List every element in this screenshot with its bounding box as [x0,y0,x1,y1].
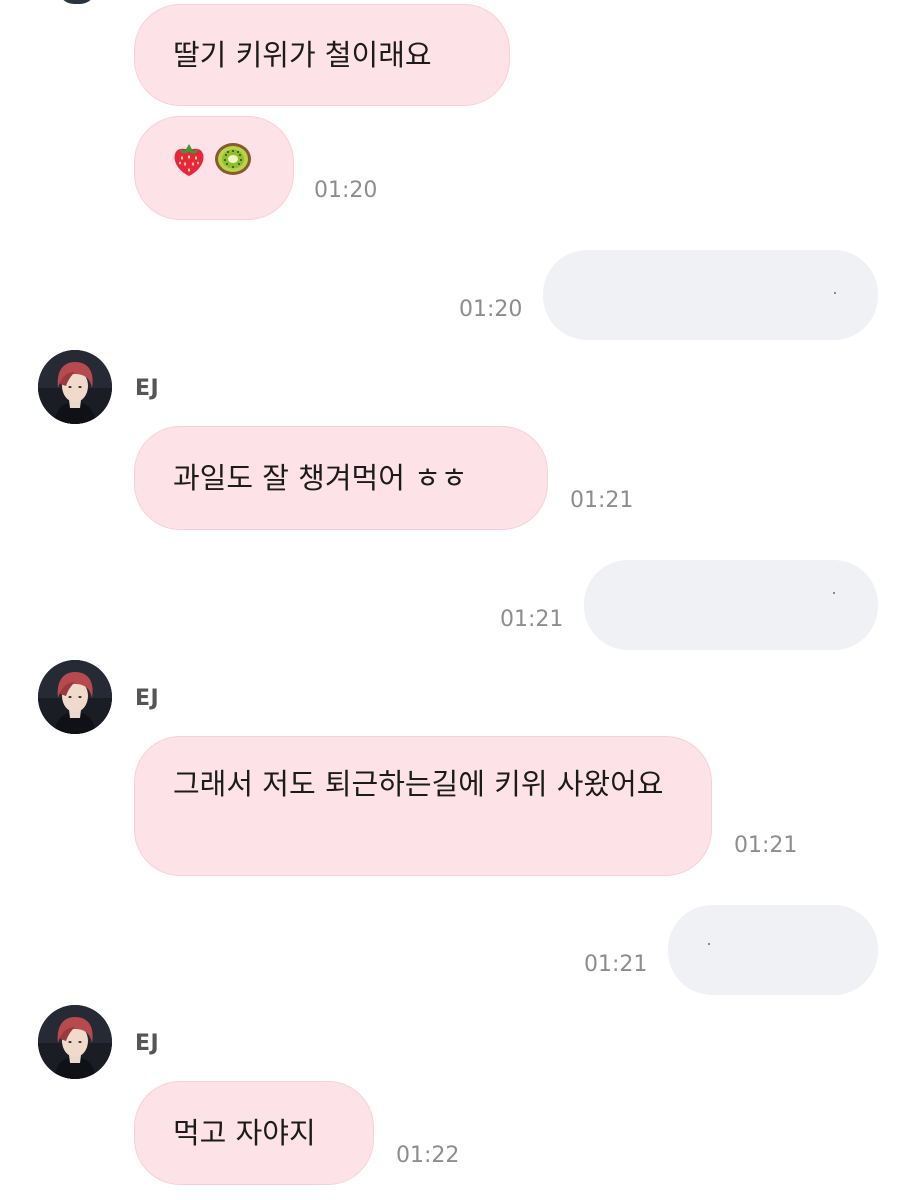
outgoing-message-bubble[interactable] [543,250,878,340]
timestamp: 01:21 [584,952,648,977]
message-text: 먹고 자야지 [173,1116,316,1150]
avatar-partial[interactable] [58,0,96,4]
incoming-message-bubble[interactable]: 그래서 저도 퇴근하는길에 키위 사왔어요 [134,736,712,876]
message-text: 그래서 저도 퇴근하는길에 키위 사왔어요 [173,767,664,801]
sender-name: EJ [135,376,160,401]
strawberry-emoji-icon [171,140,207,196]
outgoing-message-bubble[interactable] [584,560,878,650]
avatar[interactable] [38,660,112,734]
bubble-speck [833,592,835,594]
bubble-speck [834,292,836,294]
timestamp: 01:21 [500,607,564,632]
incoming-message-bubble[interactable]: 과일도 잘 챙겨먹어 ㅎㅎ [134,426,548,530]
message-text: 딸기 키위가 철이래요 [173,38,432,72]
timestamp: 01:22 [396,1143,460,1168]
message-text: 과일도 잘 챙겨먹어 ㅎㅎ [173,461,468,495]
timestamp: 01:21 [570,488,634,513]
kiwi-emoji-icon [213,140,253,196]
sender-name: EJ [135,686,160,711]
bubble-speck [708,943,710,945]
incoming-emoji-bubble[interactable] [134,116,294,220]
outgoing-message-bubble[interactable] [668,905,878,995]
incoming-message-bubble[interactable]: 먹고 자야지 [134,1081,374,1185]
incoming-message-bubble[interactable]: 딸기 키위가 철이래요 [134,4,510,106]
avatar[interactable] [38,1005,112,1079]
avatar[interactable] [38,350,112,424]
sender-name: EJ [135,1031,160,1056]
timestamp: 01:21 [734,833,798,858]
timestamp: 01:20 [459,297,523,322]
timestamp: 01:20 [314,178,378,203]
